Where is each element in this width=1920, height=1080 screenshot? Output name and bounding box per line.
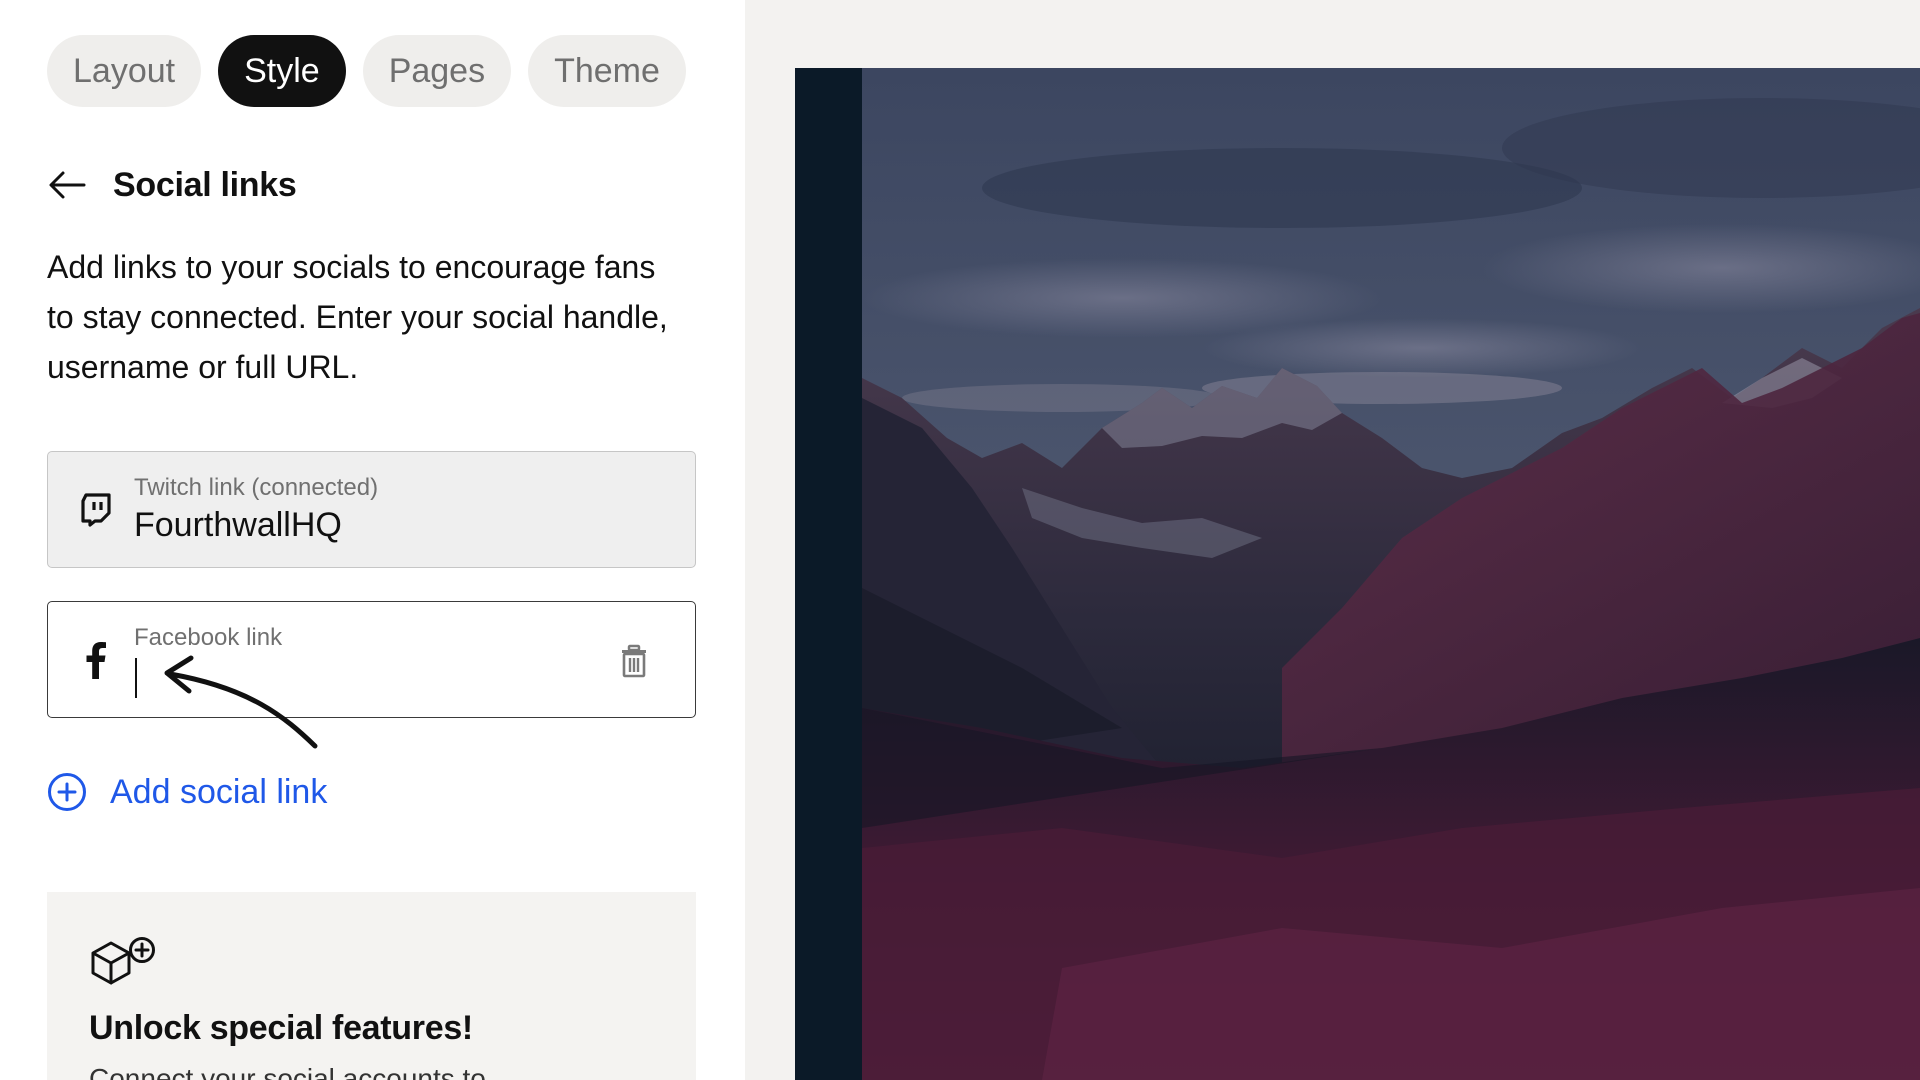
facebook-link-label: Facebook link bbox=[134, 624, 283, 651]
twitch-icon bbox=[76, 486, 116, 534]
tab-style[interactable]: Style bbox=[218, 35, 346, 107]
tab-layout[interactable]: Layout bbox=[47, 35, 202, 107]
add-social-link-button[interactable]: Add social link bbox=[47, 772, 327, 812]
promo-card: Unlock special features! Connect your so… bbox=[47, 892, 696, 1080]
facebook-link-field[interactable]: Facebook link bbox=[47, 601, 696, 718]
facebook-icon bbox=[76, 636, 116, 684]
twitch-link-label: Twitch link (connected) bbox=[134, 474, 379, 501]
add-social-link-label: Add social link bbox=[110, 772, 328, 811]
twitch-link-field[interactable]: Twitch link (connected) FourthwallHQ bbox=[47, 451, 696, 568]
tab-pages[interactable]: Pages bbox=[362, 35, 512, 107]
settings-panel: Layout Style Pages Theme Social links Ad… bbox=[0, 0, 745, 1080]
package-plus-icon bbox=[91, 937, 155, 985]
back-arrow-icon[interactable] bbox=[47, 165, 87, 205]
plus-circle-icon bbox=[48, 773, 86, 811]
text-caret bbox=[135, 658, 137, 698]
section-header: Social links bbox=[47, 160, 297, 210]
mountain-landscape-image bbox=[862, 68, 1920, 1080]
annotation-arrow-icon bbox=[164, 655, 318, 749]
trash-icon[interactable] bbox=[619, 644, 649, 678]
promo-text: Connect your social accounts to bbox=[89, 1063, 486, 1080]
twitch-link-value: FourthwallHQ bbox=[134, 506, 342, 544]
page-title: Social links bbox=[113, 165, 297, 204]
site-preview bbox=[745, 0, 1920, 1080]
editor-tabs: Layout Style Pages Theme bbox=[47, 35, 686, 107]
preview-frame bbox=[795, 68, 1920, 1080]
promo-title: Unlock special features! bbox=[89, 1009, 473, 1047]
tab-theme[interactable]: Theme bbox=[528, 35, 686, 107]
section-description: Add links to your socials to encourage f… bbox=[47, 249, 668, 385]
preview-side-strip bbox=[795, 68, 862, 1080]
